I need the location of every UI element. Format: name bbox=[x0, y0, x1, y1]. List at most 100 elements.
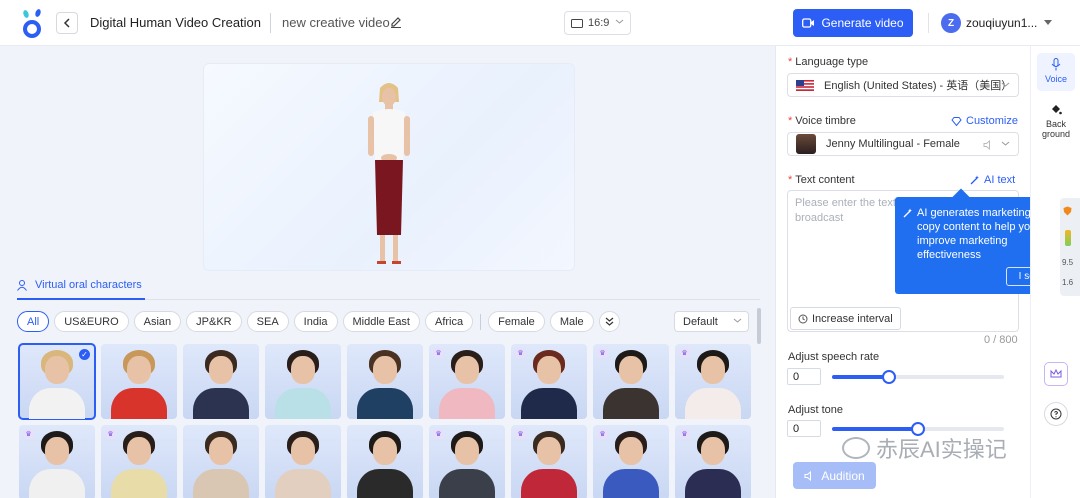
ai-text-label: AI text bbox=[984, 174, 1016, 186]
character-card[interactable]: ✓ bbox=[18, 343, 96, 420]
filter-chip[interactable]: Asian bbox=[133, 311, 182, 332]
filter-chip[interactable]: Africa bbox=[425, 311, 474, 332]
character-body bbox=[357, 469, 413, 498]
expand-filters-button[interactable] bbox=[598, 311, 620, 332]
character-card[interactable]: ♛ bbox=[675, 425, 751, 498]
character-body bbox=[193, 469, 249, 498]
filter-chip[interactable]: All bbox=[17, 311, 50, 332]
chevron-left-icon bbox=[63, 18, 70, 28]
character-body bbox=[357, 388, 413, 419]
character-card[interactable]: ♛ bbox=[511, 344, 587, 419]
voice-value: Jenny Multilingual - Female bbox=[826, 138, 960, 150]
crown-icon: ♛ bbox=[515, 429, 526, 439]
character-face bbox=[373, 356, 397, 384]
video-title[interactable]: new creative video bbox=[282, 15, 390, 30]
filter-chip[interactable]: SEA bbox=[246, 311, 289, 332]
screen-icon bbox=[571, 18, 583, 28]
character-face bbox=[619, 437, 643, 465]
filter-chip[interactable]: India bbox=[293, 311, 338, 332]
filter-chips: All US&EURO Asian JP&KR SEA India Middle… bbox=[17, 311, 620, 332]
character-face bbox=[45, 437, 69, 465]
character-counter: 0 / 800 bbox=[984, 334, 1018, 346]
aspect-ratio-select[interactable]: 16:9 bbox=[564, 11, 631, 35]
app-title: Digital Human Video Creation bbox=[90, 15, 262, 30]
username[interactable]: zouqiuyun1... bbox=[966, 16, 1037, 30]
character-body bbox=[193, 388, 249, 419]
video-preview[interactable] bbox=[203, 63, 575, 271]
character-card[interactable] bbox=[265, 344, 341, 419]
character-card[interactable] bbox=[183, 425, 259, 498]
character-face bbox=[127, 437, 151, 465]
performance-badge: 9.5 1.6 bbox=[1060, 198, 1080, 296]
vip-crown-button[interactable] bbox=[1044, 362, 1068, 386]
gender-chip[interactable]: Male bbox=[549, 311, 594, 332]
scrollbar-thumb[interactable] bbox=[757, 308, 761, 344]
slider-fill bbox=[832, 427, 918, 431]
app-logo-icon[interactable] bbox=[20, 8, 44, 38]
microphone-icon bbox=[1051, 58, 1061, 71]
character-body bbox=[29, 388, 85, 419]
filter-chip[interactable]: US&EURO bbox=[54, 311, 129, 332]
character-face bbox=[127, 356, 151, 384]
customize-link[interactable]: Customize bbox=[951, 115, 1018, 127]
character-body bbox=[685, 388, 741, 419]
increase-interval-button[interactable]: Increase interval bbox=[790, 307, 901, 330]
character-card[interactable]: ♛ bbox=[511, 425, 587, 498]
character-card[interactable] bbox=[265, 425, 341, 498]
character-body bbox=[275, 388, 331, 419]
back-button[interactable] bbox=[56, 12, 78, 34]
character-card[interactable] bbox=[347, 344, 423, 419]
badge-value: 9.5 bbox=[1062, 258, 1074, 267]
character-card[interactable]: ♛ bbox=[675, 344, 751, 419]
paint-bucket-icon bbox=[1052, 105, 1062, 115]
text-placeholder: Please enter the text broadcast bbox=[795, 197, 896, 224]
slider-thumb[interactable] bbox=[881, 370, 896, 384]
character-card[interactable]: ♛ bbox=[429, 344, 505, 419]
sort-select[interactable]: Default bbox=[674, 311, 749, 332]
gender-chip[interactable]: Female bbox=[488, 311, 545, 332]
tone-slider[interactable] bbox=[832, 422, 1004, 436]
help-button[interactable] bbox=[1044, 402, 1068, 426]
rail-label: ground bbox=[1041, 129, 1071, 139]
edit-icon[interactable] bbox=[390, 15, 402, 28]
character-card[interactable]: ♛ bbox=[101, 425, 177, 498]
magic-wand-icon bbox=[970, 175, 979, 185]
rail-item-voice[interactable]: Voice bbox=[1037, 53, 1075, 91]
customize-label: Customize bbox=[966, 115, 1018, 127]
ai-text-link[interactable]: AI text bbox=[970, 174, 1015, 186]
character-card[interactable]: ♛ bbox=[593, 425, 669, 498]
video-camera-icon bbox=[802, 18, 815, 28]
filter-chip[interactable]: Middle East bbox=[342, 311, 420, 332]
character-card[interactable]: ♛ bbox=[429, 425, 505, 498]
character-face bbox=[373, 437, 397, 465]
tab-virtual-characters[interactable]: Virtual oral characters bbox=[17, 279, 142, 291]
character-card[interactable]: ♛ bbox=[19, 425, 95, 498]
crown-icon: ♛ bbox=[679, 348, 690, 358]
filter-chip[interactable]: JP&KR bbox=[186, 311, 242, 332]
slider-fill bbox=[832, 375, 889, 379]
language-select[interactable]: English (United States) - 英语（美国） bbox=[787, 73, 1019, 97]
tone-input[interactable]: 0 bbox=[787, 420, 821, 437]
character-card[interactable] bbox=[347, 425, 423, 498]
speech-rate-input[interactable]: 0 bbox=[787, 368, 821, 385]
rail-item-background[interactable]: Back ground bbox=[1037, 104, 1075, 144]
character-card[interactable] bbox=[101, 344, 177, 419]
generate-video-button[interactable]: Generate video bbox=[793, 9, 913, 37]
top-header: Digital Human Video Creation new creativ… bbox=[0, 0, 1080, 46]
audition-button[interactable]: Audition bbox=[793, 462, 876, 489]
divider bbox=[928, 13, 929, 33]
magic-wand-icon bbox=[903, 208, 912, 218]
user-avatar[interactable]: Z bbox=[941, 13, 961, 33]
speaker-icon[interactable] bbox=[983, 140, 994, 150]
watermark-logo-icon bbox=[842, 437, 870, 459]
voice-select[interactable]: Jenny Multilingual - Female bbox=[787, 132, 1019, 156]
chevron-down-icon bbox=[733, 318, 742, 323]
character-card[interactable]: ♛ bbox=[593, 344, 669, 419]
character-body bbox=[111, 388, 167, 419]
caret-down-icon[interactable] bbox=[1044, 20, 1052, 26]
character-card[interactable] bbox=[183, 344, 259, 419]
character-body bbox=[275, 469, 331, 498]
speech-rate-slider[interactable] bbox=[832, 370, 1004, 384]
generate-video-label: Generate video bbox=[821, 16, 904, 30]
character-face bbox=[537, 356, 561, 384]
